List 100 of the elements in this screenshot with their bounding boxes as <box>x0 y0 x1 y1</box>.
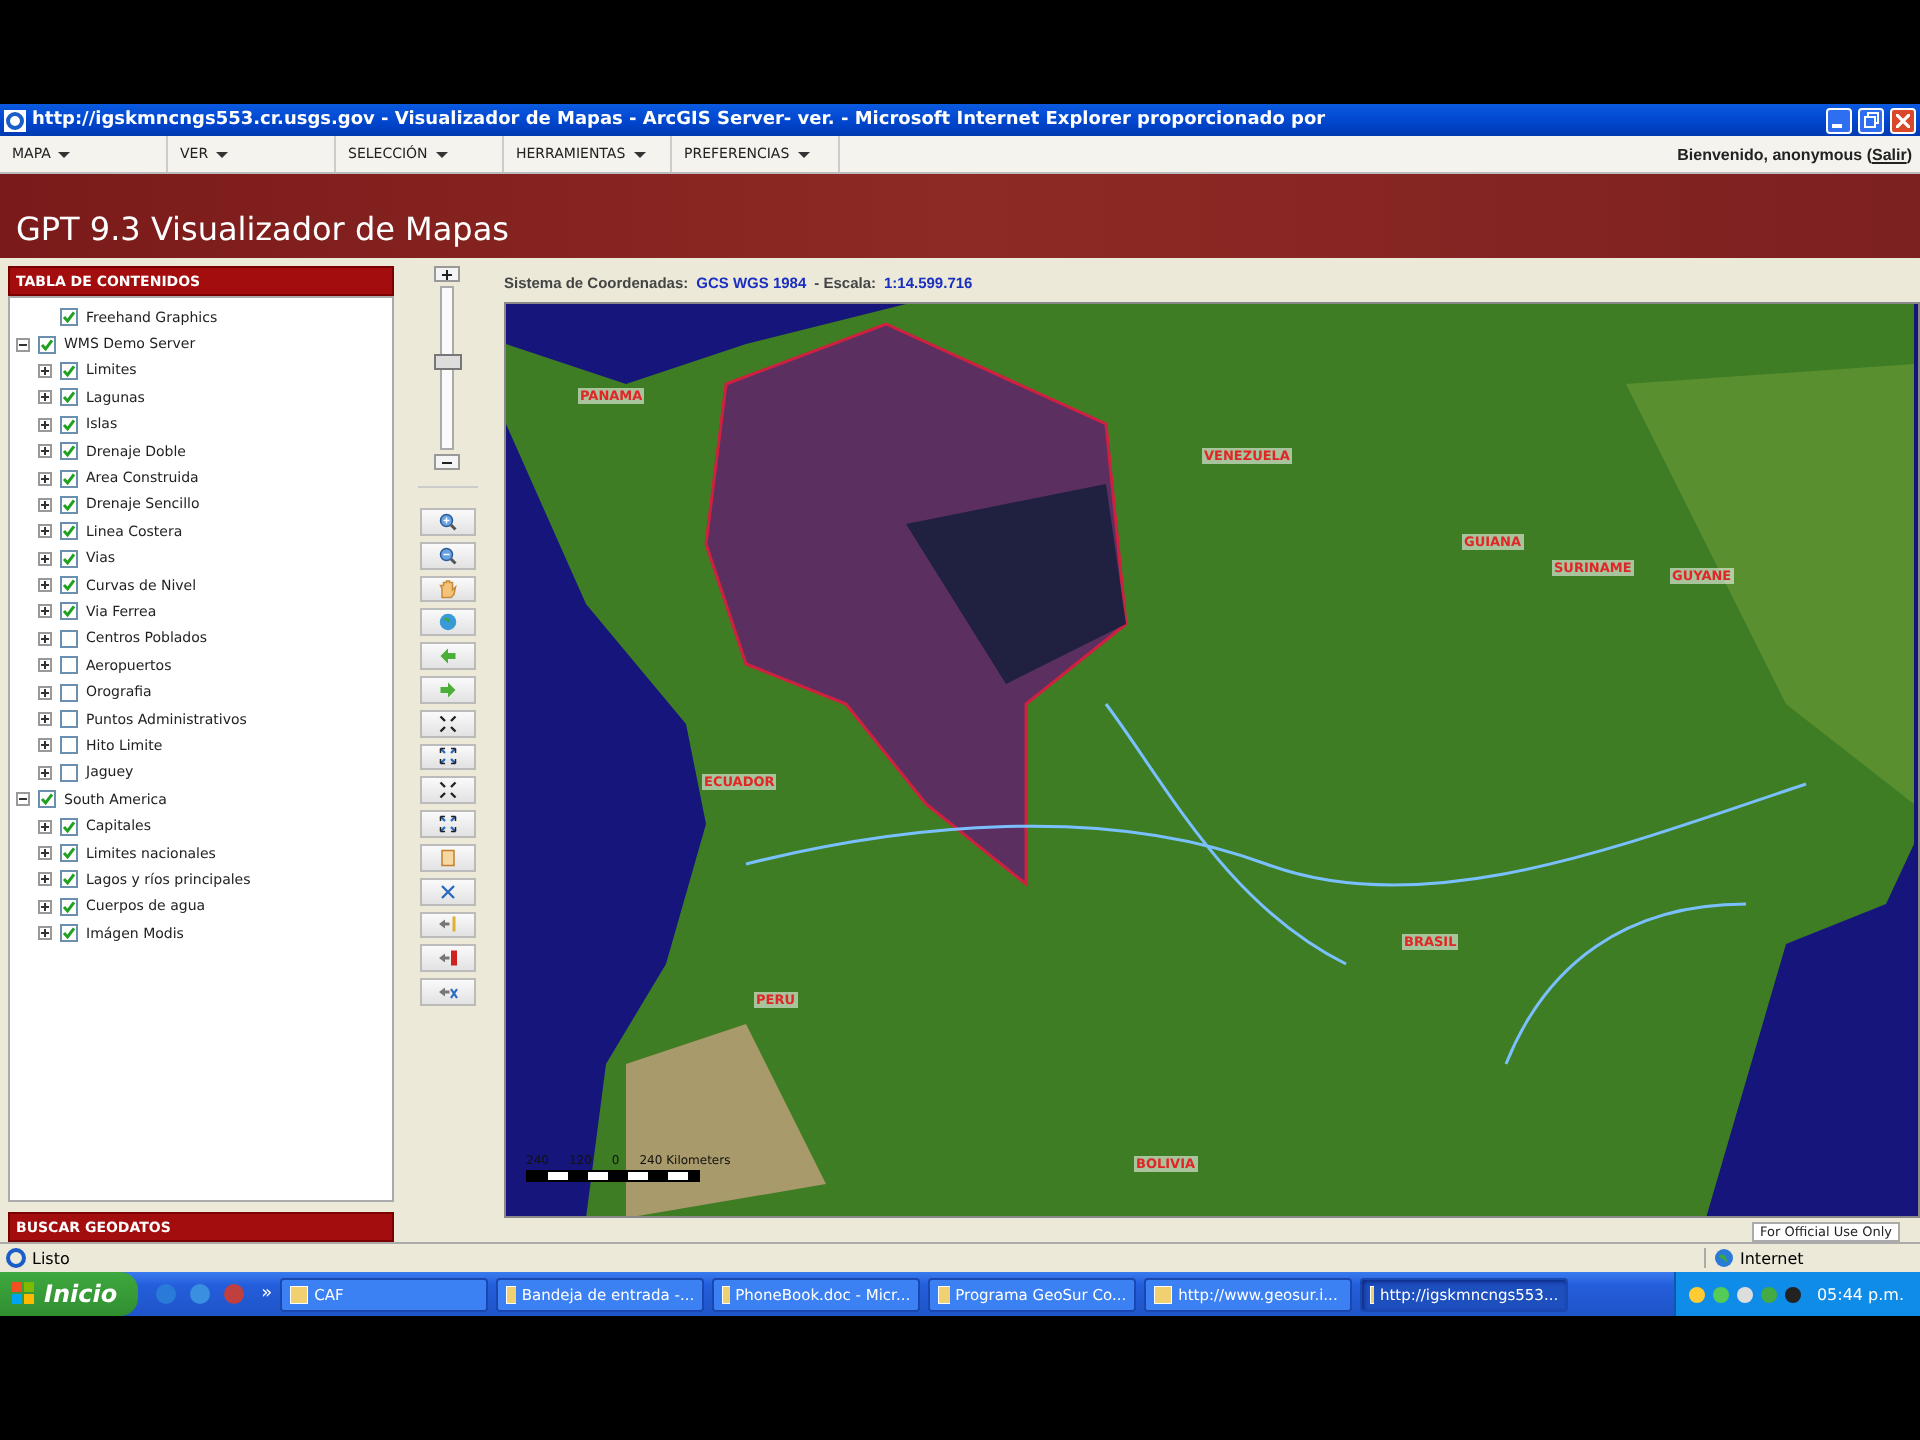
expand-toggle[interactable] <box>38 444 52 459</box>
map-tool-button[interactable] <box>419 776 475 805</box>
left-arrow-icon <box>435 644 459 669</box>
layer-checkbox[interactable] <box>60 469 78 488</box>
layer-checkbox[interactable] <box>60 442 78 461</box>
windows-logo-icon <box>12 1282 36 1306</box>
expand-toggle[interactable] <box>38 658 52 673</box>
minus-icon <box>442 457 452 467</box>
layer-checkbox[interactable] <box>60 897 78 916</box>
layer-checkbox[interactable] <box>60 576 78 595</box>
app-title: GPT 9.3 Visualizador de Mapas <box>16 210 509 248</box>
layer-checkbox[interactable] <box>60 415 78 434</box>
map-tool-button[interactable] <box>419 743 475 771</box>
zoom-in-button[interactable] <box>434 266 460 282</box>
note-icon <box>435 845 459 870</box>
expand-toggle[interactable] <box>38 604 52 619</box>
layer-checkbox[interactable] <box>60 629 78 648</box>
layer-checkbox[interactable] <box>60 844 78 862</box>
map-tool-button[interactable] <box>419 508 475 536</box>
plus-icon <box>442 269 452 279</box>
inward-arrows-icon <box>435 711 459 736</box>
expand-toggle[interactable] <box>38 765 52 780</box>
map-tool-button[interactable] <box>419 810 475 838</box>
expand-toggle[interactable] <box>38 417 52 432</box>
layer-checkbox[interactable] <box>38 790 56 809</box>
globe-icon <box>435 610 459 635</box>
expand-toggle[interactable] <box>38 712 52 727</box>
welcome-text: Bienvenido, anonymous (Salir) <box>1677 145 1914 163</box>
clock: 05:44 p.m. <box>1816 1285 1904 1303</box>
layer-checkbox[interactable] <box>60 656 78 675</box>
window-icon <box>938 1285 950 1303</box>
security-zone: Internet <box>1740 1249 1804 1267</box>
window-icon <box>722 1285 730 1303</box>
expand-toggle[interactable] <box>38 926 52 941</box>
layer-checkbox[interactable] <box>60 870 78 889</box>
window-icon <box>290 1285 309 1303</box>
expand-toggle[interactable] <box>38 524 52 539</box>
caret-icon <box>216 151 229 157</box>
expand-toggle[interactable] <box>38 819 52 834</box>
caret-icon <box>633 151 646 157</box>
layer-checkbox[interactable] <box>60 924 78 943</box>
expand-toggle[interactable] <box>38 578 52 593</box>
layer-checkbox[interactable] <box>60 683 78 702</box>
expand-toggle[interactable] <box>38 846 52 860</box>
layer-checkbox[interactable] <box>60 308 78 327</box>
layer-checkbox[interactable] <box>60 710 78 729</box>
globe-icon <box>1714 1248 1734 1268</box>
layer-checkbox[interactable] <box>60 495 78 514</box>
expand-toggle[interactable] <box>38 685 52 700</box>
layer-checkbox[interactable] <box>38 335 56 354</box>
expand-toggle[interactable] <box>38 471 52 486</box>
inward-arrows-icon <box>435 778 459 803</box>
more-button[interactable]: » <box>261 1284 273 1304</box>
map-tool-button[interactable] <box>419 709 475 738</box>
layer-checkbox[interactable] <box>60 817 78 836</box>
expand-toggle[interactable] <box>16 337 30 352</box>
logout-link[interactable]: Salir <box>1871 145 1907 163</box>
zoom-out-icon <box>435 543 459 568</box>
layer-checkbox[interactable] <box>60 388 78 407</box>
hand-icon <box>435 577 459 601</box>
status-text: Listo <box>32 1249 70 1267</box>
layer-checkbox[interactable] <box>60 602 78 621</box>
expand-toggle[interactable] <box>38 899 52 914</box>
close-button[interactable] <box>1890 107 1916 133</box>
expand-toggle[interactable] <box>38 390 52 405</box>
minimize-button[interactable] <box>1826 107 1852 133</box>
window-icon <box>506 1285 516 1303</box>
right-arrow-icon <box>435 677 459 702</box>
layer-checkbox[interactable] <box>60 763 78 782</box>
browser-icon <box>4 109 26 131</box>
arrow-bar-icon <box>435 912 459 937</box>
expand-toggle[interactable] <box>38 497 52 512</box>
zoom-out-button[interactable] <box>434 454 460 470</box>
window-title: http://igskmncngs553.cr.usgs.gov - Visualizador de Mapas - ArcGIS Server- ver. - Microsoft Internet Explorer proporcionado por <box>32 110 1328 130</box>
expand-toggle[interactable] <box>38 738 52 753</box>
layer-checkbox[interactable] <box>60 522 78 541</box>
caret-icon <box>435 151 448 157</box>
arrow-bar-icon <box>435 946 459 971</box>
expand-toggle[interactable] <box>38 872 52 887</box>
start-button[interactable]: Inicio <box>0 1272 138 1316</box>
zoom-in-icon <box>435 509 459 534</box>
restore-icon <box>1863 112 1879 128</box>
caret-icon <box>58 151 71 157</box>
page-icon <box>6 1248 26 1268</box>
expand-toggle[interactable] <box>38 363 52 378</box>
layer-checkbox[interactable] <box>60 736 78 755</box>
outward-arrows-icon <box>435 812 459 837</box>
cross-icon <box>435 879 459 904</box>
expand-toggle[interactable] <box>38 631 52 646</box>
close-icon <box>1896 113 1910 127</box>
layer-checkbox[interactable] <box>60 549 78 568</box>
window-icon <box>1154 1285 1173 1303</box>
expand-toggle[interactable] <box>38 551 52 566</box>
outward-arrows-icon <box>435 744 459 769</box>
layer-checkbox[interactable] <box>60 361 78 380</box>
caret-icon <box>797 151 810 157</box>
map-tool-button[interactable] <box>419 541 475 570</box>
slider-thumb[interactable] <box>434 354 462 371</box>
restore-button[interactable] <box>1858 107 1884 133</box>
expand-toggle[interactable] <box>16 792 30 807</box>
